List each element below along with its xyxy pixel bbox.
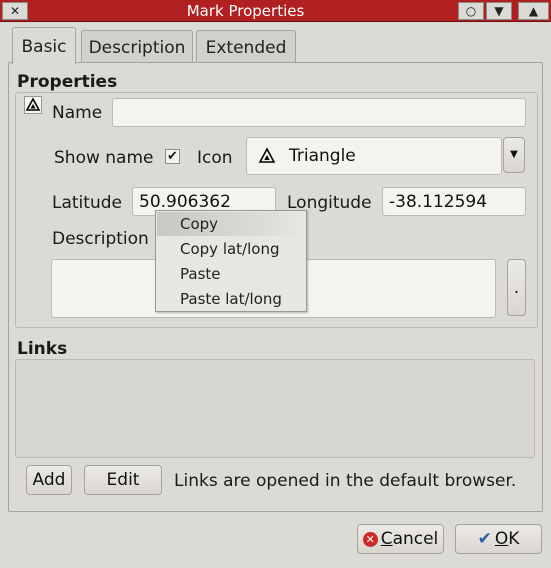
check-icon: ✔ — [167, 149, 178, 164]
menu-item-copy-lat-long[interactable]: Copy lat/long — [157, 237, 305, 261]
ok-button[interactable]: ✔ OK — [455, 524, 542, 554]
icon-value: Triangle — [289, 146, 356, 166]
menu-item-copy[interactable]: Copy — [157, 212, 305, 236]
show-name-checkbox[interactable]: ✔ — [165, 149, 180, 164]
cancel-label: Cancel — [380, 529, 439, 549]
links-list[interactable] — [15, 359, 535, 458]
tab-extended[interactable]: Extended — [196, 30, 296, 63]
context-menu: Copy Copy lat/long Paste Paste lat/long — [155, 210, 307, 312]
name-label: Name — [52, 103, 103, 123]
description-edit-button[interactable]: . — [507, 259, 526, 316]
icon-combo[interactable]: Triangle — [246, 137, 502, 175]
add-link-button[interactable]: Add — [26, 465, 72, 495]
cancel-button[interactable]: ✕ Cancel — [357, 524, 444, 554]
properties-title: Properties — [17, 72, 118, 92]
cancel-icon: ✕ — [362, 531, 378, 547]
close-button[interactable]: ✕ — [2, 2, 28, 20]
triangle-down-icon: ▼ — [494, 4, 504, 18]
icon-dropdown-button[interactable]: ▼ — [503, 137, 525, 173]
circle-icon: ○ — [465, 4, 477, 18]
maximize-button[interactable]: ▲ — [518, 2, 549, 20]
edit-link-button[interactable]: Edit — [84, 465, 162, 495]
links-note: Links are opened in the default browser. — [174, 471, 517, 491]
tab-description[interactable]: Description — [81, 30, 193, 63]
minimize-button[interactable]: ▼ — [486, 2, 512, 20]
chevron-down-icon: ▼ — [510, 149, 518, 160]
tab-basic[interactable]: Basic — [12, 27, 76, 64]
triangle-up-icon: ▲ — [528, 4, 539, 18]
name-field[interactable] — [112, 98, 526, 127]
window-title: Mark Properties — [186, 2, 305, 20]
show-name-label: Show name — [54, 148, 154, 168]
triangle-icon — [24, 96, 42, 114]
menu-item-paste-lat-long[interactable]: Paste lat/long — [157, 287, 305, 311]
description-label: Description — [52, 229, 149, 249]
latitude-label: Latitude — [52, 193, 122, 213]
shade-button[interactable]: ○ — [458, 2, 484, 20]
menu-item-paste[interactable]: Paste — [157, 262, 305, 286]
icon-label: Icon — [197, 148, 233, 168]
triangle-icon — [257, 146, 277, 166]
checkmark-icon: ✔ — [477, 529, 492, 549]
longitude-field[interactable] — [382, 187, 526, 216]
links-title: Links — [17, 339, 68, 359]
close-icon: ✕ — [9, 4, 21, 18]
ok-label: OK — [494, 529, 520, 549]
